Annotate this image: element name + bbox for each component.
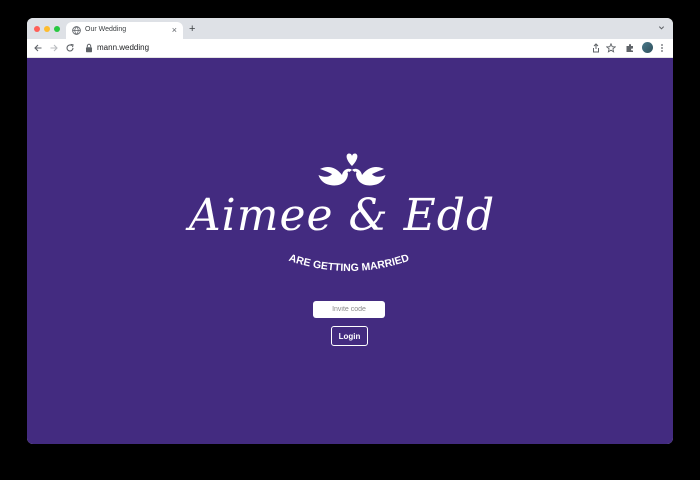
share-icon[interactable] (591, 43, 601, 53)
login-button[interactable]: Login (331, 326, 368, 346)
browser-toolbar: mann.wedding (27, 39, 673, 58)
back-arrow-icon[interactable] (33, 43, 43, 53)
tab-title: Our Wedding (85, 26, 127, 33)
more-menu-icon[interactable] (657, 43, 667, 53)
new-tab-button[interactable]: + (189, 23, 195, 35)
reload-icon[interactable] (65, 43, 75, 53)
close-window-button[interactable] (34, 26, 40, 32)
chevron-down-icon[interactable] (658, 24, 665, 31)
minimize-window-button[interactable] (44, 26, 50, 32)
invite-code-input[interactable] (313, 301, 385, 318)
address-bar-url[interactable]: mann.wedding (97, 43, 149, 52)
tab-close-icon[interactable]: × (172, 25, 177, 35)
profile-avatar[interactable] (642, 42, 653, 53)
page-content: Aimee & Edd ARE GETTING MARRIED Login (27, 58, 673, 444)
lock-icon[interactable] (85, 43, 93, 53)
svg-text:ARE GETTING MARRIED: ARE GETTING MARRIED (287, 252, 411, 274)
tab-our-wedding[interactable]: Our Wedding × (66, 22, 183, 39)
love-birds-icon (318, 153, 386, 186)
bookmark-star-icon[interactable] (606, 43, 616, 53)
globe-icon (72, 26, 81, 35)
tagline-text: ARE GETTING MARRIED (287, 252, 411, 274)
extensions-puzzle-icon[interactable] (625, 43, 635, 53)
tab-strip: Our Wedding × + (27, 18, 673, 39)
browser-window: Our Wedding × + mann.wedding Aimee & Edd… (27, 18, 673, 444)
forward-arrow-icon[interactable] (49, 43, 59, 53)
maximize-window-button[interactable] (54, 26, 60, 32)
tagline: ARE GETTING MARRIED (287, 252, 411, 274)
couple-names: Aimee & Edd (188, 190, 496, 241)
